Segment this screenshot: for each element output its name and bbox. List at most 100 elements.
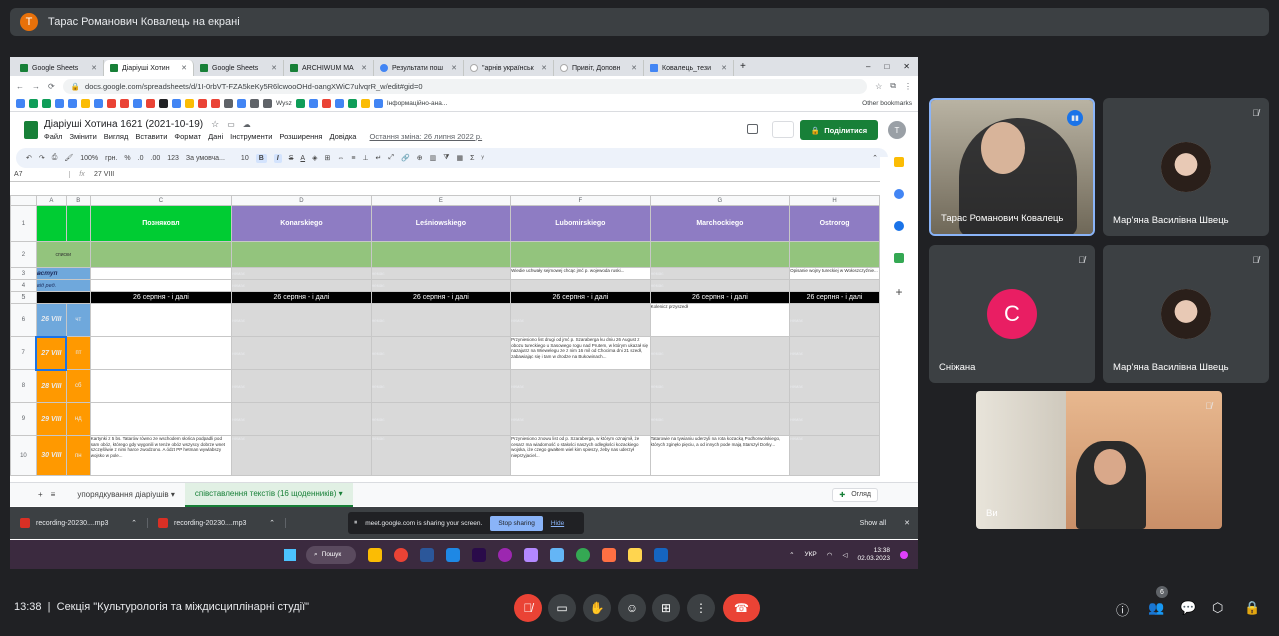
contacts-icon[interactable] — [894, 221, 904, 231]
bookmark-icon[interactable] — [263, 99, 272, 108]
currency-button[interactable]: грн. — [105, 155, 117, 162]
app-icon[interactable] — [602, 547, 616, 562]
header-cell[interactable]: Ostrorog — [789, 205, 880, 242]
col-header[interactable]: B — [65, 195, 91, 206]
bookmark-icon[interactable] — [29, 99, 38, 108]
menu-tools[interactable]: Інструменти — [230, 132, 272, 141]
bookmark-icon[interactable] — [334, 99, 344, 108]
cell[interactable]: немає — [510, 369, 651, 403]
cell[interactable]: немає — [649, 267, 791, 280]
cell[interactable] — [65, 205, 91, 242]
day-cell[interactable]: пн — [65, 435, 91, 476]
maps-icon[interactable] — [894, 253, 904, 263]
cell[interactable]: 26 серпня - і далі — [510, 291, 651, 304]
maximize-icon[interactable]: □ — [884, 62, 889, 71]
menu-view[interactable]: Вигляд — [104, 132, 129, 141]
cell[interactable]: немає — [370, 303, 512, 337]
bookmark-icon[interactable] — [55, 99, 64, 108]
cell[interactable]: немає — [789, 303, 880, 337]
mic-toggle-button[interactable]: 🎙̸ — [514, 594, 542, 622]
cell[interactable]: немає — [370, 336, 512, 370]
leave-call-button[interactable]: ☎ — [723, 594, 760, 622]
comment-add-icon[interactable]: ⊕ — [417, 154, 423, 162]
browser-tab-active[interactable]: Діаріуші Хотин ✕ — [104, 60, 194, 76]
menu-icon[interactable]: ⋮ — [904, 82, 912, 91]
cell[interactable]: немає — [231, 402, 372, 436]
menu-file[interactable]: Файл — [44, 132, 62, 141]
cell[interactable] — [89, 303, 233, 337]
row-header[interactable]: 2 — [10, 241, 37, 268]
participant-tile-speaking[interactable]: ▮▮ Тарас Романович Ковалець — [929, 98, 1095, 236]
date-cell-selected[interactable]: 27 VIII — [35, 335, 68, 371]
add-sheet-icon[interactable]: + — [38, 490, 43, 499]
url-input[interactable]: 🔒 docs.google.com/spreadsheets/d/1I-0rbVT… — [62, 78, 868, 94]
rotate-icon[interactable]: ⤢ — [388, 154, 394, 162]
bookmark-icon[interactable] — [224, 99, 233, 108]
cell[interactable]: Kolenicz przyszedł — [649, 303, 791, 337]
app-icon[interactable] — [498, 547, 512, 562]
star-icon[interactable]: ☆ — [875, 82, 882, 91]
day-cell[interactable]: пт — [65, 336, 91, 370]
star-icon[interactable]: ☆ — [211, 119, 219, 130]
move-folder-icon[interactable]: ▭ — [227, 120, 235, 129]
row-header[interactable]: 7 — [10, 336, 37, 370]
paint-format-icon[interactable]: 🖌 — [64, 154, 73, 162]
extensions-icon[interactable]: ⧉ — [890, 81, 896, 91]
cell[interactable]: 26 серпня - і далі — [649, 291, 791, 304]
filter-icon[interactable]: ⧩ — [443, 154, 449, 162]
cell[interactable] — [89, 241, 233, 268]
cell[interactable]: немає — [789, 435, 880, 476]
cell[interactable]: Przyniesiono znowu list od p. Szaraberga… — [510, 435, 651, 476]
cell[interactable]: немає — [231, 303, 372, 337]
add-icon[interactable]: + — [880, 285, 918, 299]
cell[interactable]: Tatarowie na tywianiu uderzyli na rota k… — [649, 435, 791, 476]
header-cell[interactable]: Marchockiego — [649, 205, 791, 242]
menu-format[interactable]: Формат — [174, 132, 201, 141]
cell[interactable] — [231, 241, 372, 268]
bookmark-icon[interactable] — [120, 99, 129, 108]
bookmark-icon[interactable] — [373, 99, 383, 108]
browser-tab[interactable]: ARCHIWUM MA ✕ — [284, 60, 374, 76]
font-size[interactable]: 10 — [241, 155, 249, 162]
word-icon[interactable] — [420, 547, 434, 562]
cell[interactable] — [35, 205, 67, 242]
bookmark-icon[interactable] — [16, 99, 25, 108]
chat-icon[interactable]: 💬 — [1180, 600, 1196, 616]
cell[interactable]: немає — [649, 369, 791, 403]
audition-icon[interactable] — [472, 547, 486, 562]
activities-icon[interactable]: ⬡ — [1212, 600, 1223, 616]
strikethrough-icon[interactable]: S — [289, 155, 294, 162]
header-cell[interactable]: Lubomirskiego — [510, 205, 651, 242]
cell[interactable]: Opisanie wojny tureckiej w Wołoszczyźnie… — [789, 267, 880, 280]
chrome-icon[interactable] — [394, 547, 408, 562]
number-format[interactable]: 123 — [167, 155, 179, 162]
app-icon[interactable] — [446, 547, 460, 562]
browser-tab[interactable]: Результати пош ✕ — [374, 60, 464, 76]
chart-icon[interactable]: ▥ — [430, 154, 437, 162]
borders-icon[interactable]: ⊞ — [324, 154, 330, 162]
formula-input[interactable]: 27 VIII — [94, 171, 114, 178]
cell[interactable]: немає — [789, 336, 880, 370]
people-icon[interactable]: 👥 — [1148, 600, 1164, 616]
bookmark-icon[interactable] — [172, 99, 181, 108]
sheets-logo-icon[interactable] — [24, 121, 38, 139]
stop-sharing-button[interactable]: Stop sharing — [490, 515, 543, 531]
col-header[interactable]: A — [35, 195, 67, 206]
bookmark-icon[interactable] — [133, 99, 142, 108]
app-icon[interactable] — [576, 547, 590, 562]
cell[interactable]: немає — [370, 267, 512, 280]
row-header[interactable]: 1 — [10, 205, 37, 242]
cell[interactable]: немає — [649, 279, 791, 292]
name-box[interactable]: A7 — [10, 171, 70, 178]
more-options-button[interactable]: ⋮ — [687, 594, 715, 622]
chevron-up-icon[interactable]: ⌃ — [131, 519, 137, 527]
bookmark-icon[interactable] — [159, 99, 168, 108]
bookmark-icon[interactable] — [146, 99, 155, 108]
collapse-icon[interactable]: ⌃ — [872, 154, 878, 162]
valign-icon[interactable]: ⊥ — [362, 154, 368, 162]
menu-data[interactable]: Дані — [208, 132, 223, 141]
text-color-icon[interactable]: A — [300, 155, 305, 162]
close-icon[interactable]: ✕ — [361, 64, 367, 72]
bold-icon[interactable]: B — [255, 153, 267, 163]
show-all-button[interactable]: Show all — [860, 520, 886, 527]
